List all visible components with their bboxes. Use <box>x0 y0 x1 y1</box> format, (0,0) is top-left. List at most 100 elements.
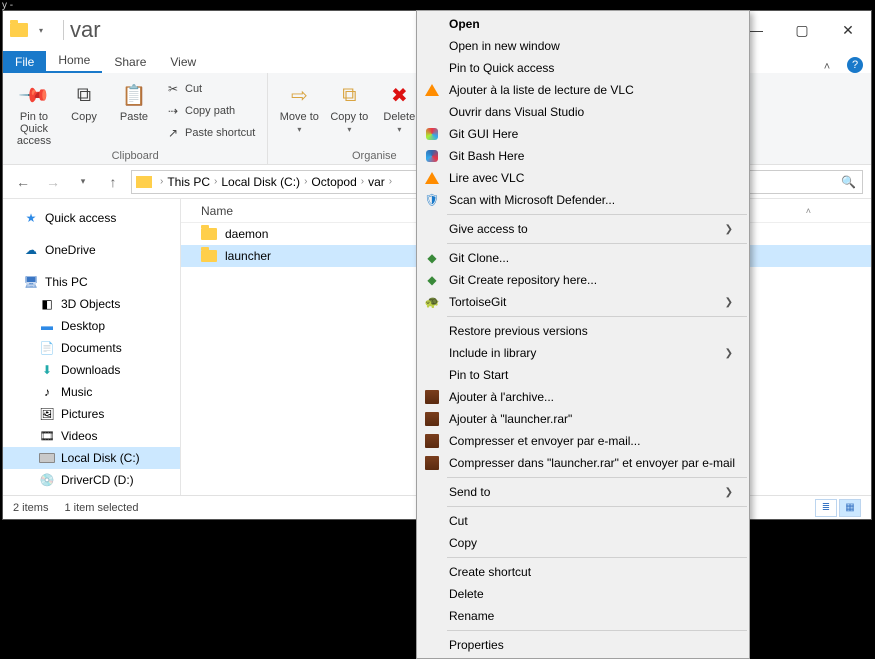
ctx-label: Send to <box>449 485 490 499</box>
item-name: launcher <box>225 249 271 263</box>
ctx-git-gui[interactable]: Git GUI Here <box>417 123 749 145</box>
copy-to-button[interactable]: ⧉ Copy to ▾ <box>326 77 372 134</box>
ctx-label: Lire avec VLC <box>449 171 524 185</box>
ctx-git-bash[interactable]: Git Bash Here <box>417 145 749 167</box>
nav-label: DriverCD (D:) <box>61 473 134 487</box>
pin-to-quick-access-button[interactable]: 📌 Pin to Quick access <box>11 77 57 147</box>
chevron-right-icon: ❯ <box>725 487 733 498</box>
ctx-open[interactable]: Open <box>417 13 749 35</box>
window-controls: — ▢ ✕ <box>733 15 871 45</box>
breadcrumb[interactable]: var <box>368 175 385 189</box>
ribbon-collapse-icon[interactable]: ˄ <box>815 61 839 73</box>
forward-button[interactable]: → <box>41 170 65 194</box>
ctx-add-rar[interactable]: Ajouter à "launcher.rar" <box>417 408 749 430</box>
ctx-give-access[interactable]: Give access to❯ <box>417 218 749 240</box>
column-name[interactable]: Name <box>201 204 233 218</box>
separator <box>447 214 747 215</box>
ctx-label: Git Clone... <box>449 251 509 265</box>
separator <box>447 316 747 317</box>
ctx-include-library[interactable]: Include in library❯ <box>417 342 749 364</box>
help-icon[interactable]: ? <box>847 57 863 73</box>
nav-label: Desktop <box>61 319 105 333</box>
ctx-git-clone[interactable]: ◆Git Clone... <box>417 247 749 269</box>
copy-path-button[interactable]: ⇢Copy path <box>161 101 259 121</box>
selection-count: 1 item selected <box>64 502 138 514</box>
separator <box>447 557 747 558</box>
ctx-vlc-playlist[interactable]: Ajouter à la liste de lecture de VLC <box>417 79 749 101</box>
tab-share[interactable]: Share <box>102 51 158 73</box>
recent-locations-button[interactable]: ▾ <box>71 170 95 194</box>
view-large-icons-icon[interactable]: ▦ <box>839 499 861 517</box>
ctx-cut[interactable]: Cut <box>417 510 749 532</box>
separator <box>447 630 747 631</box>
shield-icon: 🛡 <box>423 191 441 209</box>
search-icon: 🔍 <box>841 175 856 189</box>
nav-documents[interactable]: 📄Documents <box>3 337 180 359</box>
ctx-label: Git Create repository here... <box>449 273 597 287</box>
breadcrumb[interactable]: This PC <box>167 175 210 189</box>
ctx-restore[interactable]: Restore previous versions <box>417 320 749 342</box>
ctx-pin-quick-access[interactable]: Pin to Quick access <box>417 57 749 79</box>
copy-button[interactable]: ⧉ Copy <box>61 77 107 123</box>
ctx-defender[interactable]: 🛡Scan with Microsoft Defender... <box>417 189 749 211</box>
window-title: var <box>70 17 101 43</box>
tab-home[interactable]: Home <box>46 49 102 73</box>
view-details-icon[interactable]: ≣ <box>815 499 837 517</box>
nav-local-disk[interactable]: Local Disk (C:) <box>3 447 180 469</box>
paste-shortcut-button[interactable]: ↗Paste shortcut <box>161 123 259 143</box>
rar-icon <box>423 410 441 428</box>
ctx-visual-studio[interactable]: Ouvrir dans Visual Studio <box>417 101 749 123</box>
ctx-pin-start[interactable]: Pin to Start <box>417 364 749 386</box>
ctx-label: Ajouter à l'archive... <box>449 390 554 404</box>
ctx-create-shortcut[interactable]: Create shortcut <box>417 561 749 583</box>
paste-button[interactable]: 📋 Paste <box>111 77 157 123</box>
nav-this-pc[interactable]: 🖥This PC <box>3 271 180 293</box>
nav-desktop[interactable]: ▬Desktop <box>3 315 180 337</box>
move-to-button[interactable]: ⇨ Move to ▾ <box>276 77 322 134</box>
ctx-label: Git GUI Here <box>449 127 518 141</box>
ctx-copy[interactable]: Copy <box>417 532 749 554</box>
ctx-git-create[interactable]: ◆Git Create repository here... <box>417 269 749 291</box>
ctx-properties[interactable]: Properties <box>417 634 749 656</box>
nav-onedrive[interactable]: ☁OneDrive <box>3 239 180 261</box>
breadcrumb[interactable]: Local Disk (C:) <box>221 175 300 189</box>
context-menu: Open Open in new window Pin to Quick acc… <box>416 10 750 659</box>
tab-view[interactable]: View <box>158 51 208 73</box>
nav-drivercd[interactable]: 💿DriverCD (D:) <box>3 469 180 491</box>
nav-music[interactable]: ♪Music <box>3 381 180 403</box>
ctx-add-archive[interactable]: Ajouter à l'archive... <box>417 386 749 408</box>
nav-3d-objects[interactable]: ◧3D Objects <box>3 293 180 315</box>
ctx-send-to[interactable]: Send to ❯ <box>417 481 749 503</box>
ctx-rename[interactable]: Rename <box>417 605 749 627</box>
copy-to-icon: ⧉ <box>335 81 363 109</box>
ctx-vlc-play[interactable]: Lire avec VLC <box>417 167 749 189</box>
ctx-delete[interactable]: Delete <box>417 583 749 605</box>
delete-label: Delete <box>383 111 415 123</box>
chevron-right-icon: › <box>214 176 217 187</box>
tab-file[interactable]: File <box>3 51 46 73</box>
sort-indicator-icon: ˄ <box>806 206 811 216</box>
qat-dropdown-icon[interactable]: ▾ <box>31 20 51 40</box>
back-button[interactable]: ← <box>11 170 35 194</box>
maximize-button[interactable]: ▢ <box>779 15 825 45</box>
ctx-compress-rar-email[interactable]: Compresser dans "launcher.rar" et envoye… <box>417 452 749 474</box>
drive-icon <box>39 451 55 465</box>
nav-quick-access[interactable]: ★Quick access <box>3 207 180 229</box>
nav-label: This PC <box>45 275 88 289</box>
ctx-tortoisegit[interactable]: 🐢TortoiseGit❯ <box>417 291 749 313</box>
ctx-open-new-window[interactable]: Open in new window <box>417 35 749 57</box>
close-button[interactable]: ✕ <box>825 15 871 45</box>
separator <box>447 506 747 507</box>
ctx-compress-email[interactable]: Compresser et envoyer par e-mail... <box>417 430 749 452</box>
nav-label: Music <box>61 385 92 399</box>
nav-pictures[interactable]: 🖼Pictures <box>3 403 180 425</box>
nav-videos[interactable]: 🎞Videos <box>3 425 180 447</box>
title-separator <box>63 20 64 40</box>
breadcrumb[interactable]: Octopod <box>311 175 356 189</box>
cut-button[interactable]: ✂Cut <box>161 79 259 99</box>
nav-label: Documents <box>61 341 122 355</box>
git-bash-icon <box>423 147 441 165</box>
ctx-label: Include in library <box>449 346 536 360</box>
nav-downloads[interactable]: ⬇Downloads <box>3 359 180 381</box>
up-button[interactable]: ↑ <box>101 170 125 194</box>
